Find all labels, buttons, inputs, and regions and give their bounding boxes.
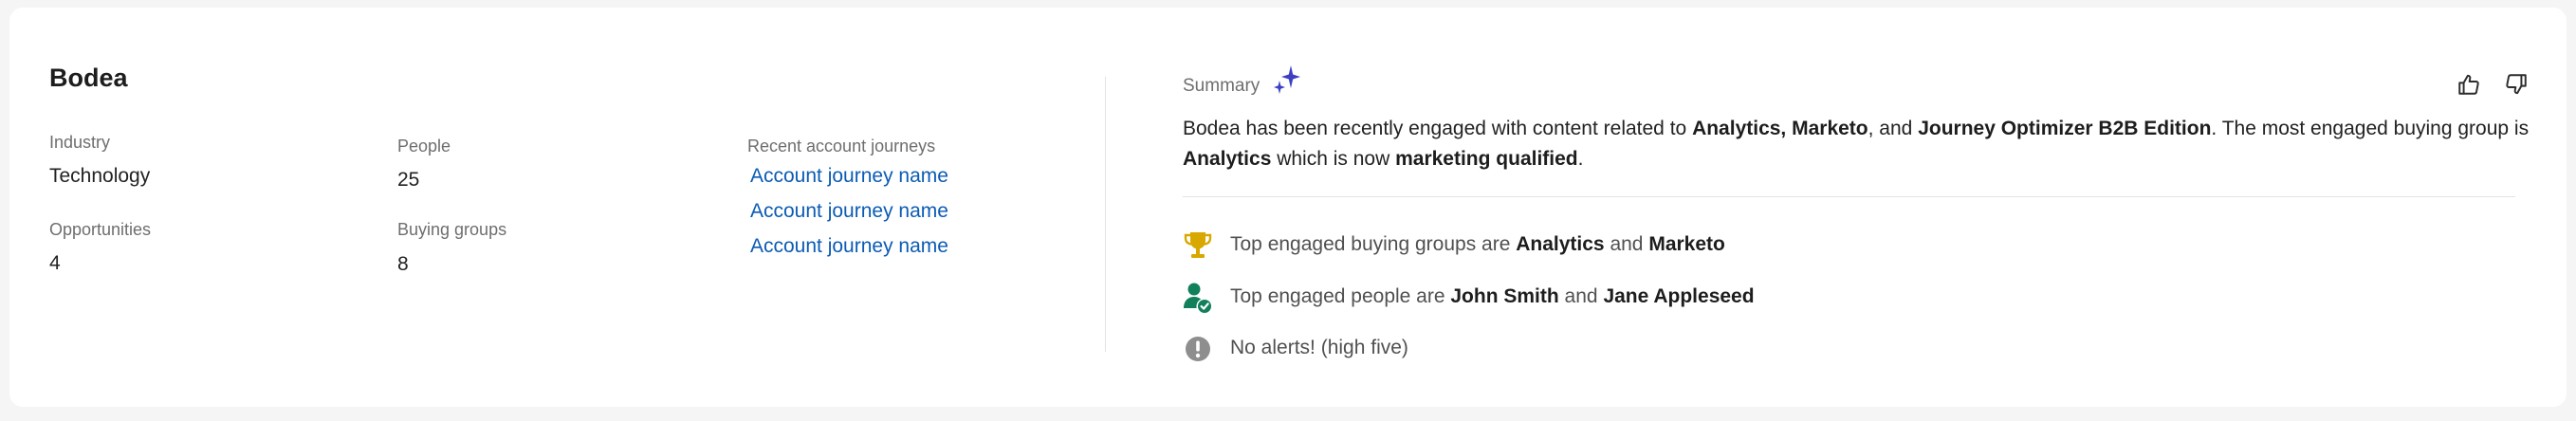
summary-panel: Summary Bodea has been recently engaged … — [1183, 8, 2530, 407]
summary-divider — [1183, 196, 2515, 197]
ai-sparkle-icon — [1274, 65, 1300, 94]
opportunities-label: Opportunities — [49, 220, 152, 239]
user-engaged-icon — [1184, 283, 1211, 313]
recent-journeys-label: Recent account journeys — [747, 137, 936, 156]
journey-link[interactable]: Account journey name — [750, 165, 948, 188]
insight-people: Top engaged people are John Smith and Ja… — [1183, 282, 2511, 314]
thumbs-down-icon[interactable] — [2504, 72, 2529, 97]
people-value: 25 — [397, 169, 420, 191]
insight-alerts: No alerts! (high five) — [1183, 333, 2511, 365]
industry-label: Industry — [49, 133, 111, 152]
thumbs-up-icon[interactable] — [2456, 72, 2481, 97]
panel-divider — [1105, 77, 1106, 352]
summary-label: Summary — [1183, 76, 1260, 96]
people-label: People — [397, 137, 451, 156]
insight-buying-groups: Top engaged buying groups are Analytics … — [1183, 229, 2511, 262]
account-summary-card: Bodea Industry Technology Opportunities … — [9, 8, 2567, 407]
journey-link[interactable]: Account journey name — [750, 200, 948, 223]
summary-text: Bodea has been recently engaged with con… — [1183, 118, 2530, 170]
trophy-icon — [1184, 232, 1212, 258]
opportunities-value: 4 — [49, 252, 61, 274]
buying-groups-value: 8 — [397, 253, 409, 275]
alert-icon — [1186, 337, 1210, 361]
journey-link[interactable]: Account journey name — [750, 235, 948, 258]
account-details-panel: Bodea Industry Technology Opportunities … — [9, 8, 1105, 407]
account-name: Bodea — [49, 64, 128, 92]
buying-groups-label: Buying groups — [397, 220, 507, 239]
industry-value: Technology — [49, 165, 151, 187]
